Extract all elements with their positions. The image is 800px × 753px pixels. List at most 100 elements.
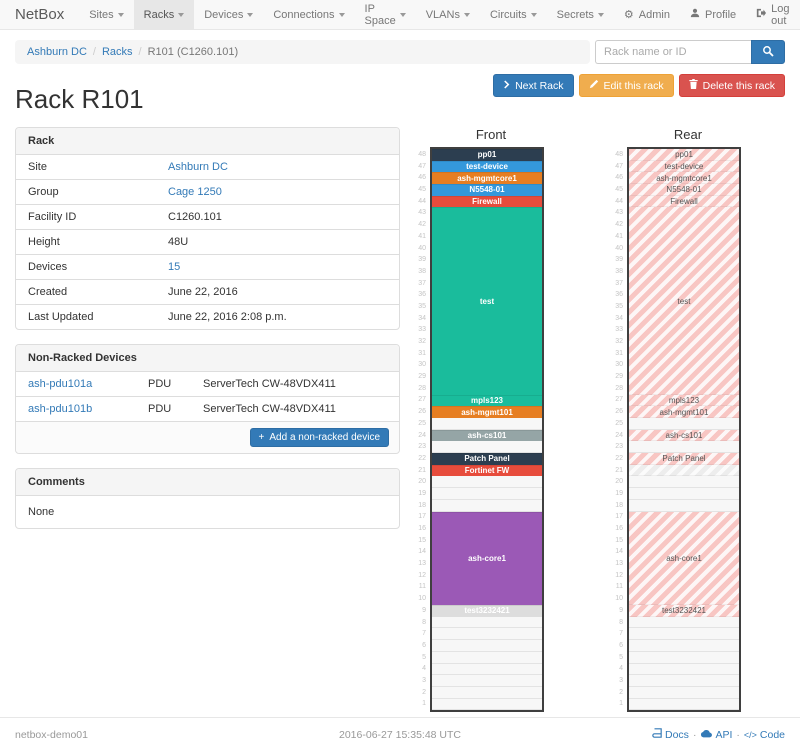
rear-device-patch-panel[interactable]: Patch Panel	[629, 453, 739, 465]
nav-item-ip-space[interactable]: IP Space	[355, 0, 416, 29]
rear-device-test-device[interactable]: test-device	[629, 161, 739, 173]
front-device-test[interactable]: test	[432, 207, 542, 394]
breadcrumb-link[interactable]: Racks	[102, 46, 133, 58]
unit-number: 21	[412, 465, 430, 477]
rear-empty-u20	[629, 476, 739, 488]
attr-value-link[interactable]: 15	[168, 261, 180, 273]
nav-item-label: IP Space	[365, 3, 396, 27]
rear-device-ash-mgmtcore1[interactable]: ash-mgmtcore1	[629, 172, 739, 184]
nav-item-profile[interactable]: Profile	[680, 0, 746, 29]
next-rack-button[interactable]: Next Rack	[493, 74, 573, 97]
nav-item-secrets[interactable]: Secrets	[547, 0, 614, 29]
device-label: ash-mgmt101	[660, 408, 709, 417]
footer-link-code[interactable]: </>Code	[744, 729, 785, 741]
edit-rack-button[interactable]: Edit this rack	[579, 74, 674, 97]
unit-number: 46	[609, 172, 627, 184]
next-rack-label: Next Rack	[515, 80, 563, 92]
rear-device-ash-cs101[interactable]: ash-cs101	[629, 430, 739, 442]
device-model-cell: ServerTech CW-48VDX411	[191, 397, 399, 422]
breadcrumb-current: R101 (C1260.101)	[148, 46, 239, 58]
device-name-link[interactable]: ash-pdu101a	[28, 378, 92, 390]
nav-item-label: Racks	[144, 9, 175, 21]
front-device-ash-mgmtcore1[interactable]: ash-mgmtcore1	[432, 172, 542, 184]
delete-rack-button[interactable]: Delete this rack	[679, 74, 785, 97]
rear-device-mpls123[interactable]: mpls123	[629, 395, 739, 407]
rear-device-pp01[interactable]: pp01	[629, 149, 739, 161]
rear-device-test[interactable]: test	[629, 207, 739, 394]
nav-item-label: Secrets	[557, 9, 594, 21]
front-device-ash-core1[interactable]: ash-core1	[432, 512, 542, 606]
nav-item-connections[interactable]: Connections	[263, 0, 354, 29]
search-button[interactable]	[751, 40, 785, 64]
caret-down-icon	[464, 13, 470, 17]
front-device-pp01[interactable]: pp01	[432, 149, 542, 161]
rear-elevation: Rear 48474645444342414039383736353433323…	[609, 127, 745, 712]
nav-item-admin[interactable]: ⚙Admin	[614, 0, 680, 29]
breadcrumb-link[interactable]: Ashburn DC	[27, 46, 87, 58]
unit-number: 43	[412, 207, 430, 219]
front-device-n5548-01[interactable]: N5548-01	[432, 184, 542, 196]
front-device-firewall[interactable]: Firewall	[432, 196, 542, 208]
nav-item-racks[interactable]: Racks	[134, 0, 195, 29]
front-rack-units: pp01test-deviceash-mgmtcore1N5548-01Fire…	[430, 147, 544, 712]
attr-value-link[interactable]: Ashburn DC	[168, 161, 228, 173]
rack-attr-row: SiteAshburn DC	[16, 155, 399, 180]
unit-number: 46	[412, 172, 430, 184]
rear-device-ash-core1[interactable]: ash-core1	[629, 512, 739, 606]
rear-unit-numbers: 4847464544434241403938373635343332313029…	[609, 147, 627, 712]
nav-item-sites[interactable]: Sites	[79, 0, 133, 29]
nav-item-circuits[interactable]: Circuits	[480, 0, 547, 29]
unit-number: 23	[412, 441, 430, 453]
unit-number: 24	[609, 430, 627, 442]
nonracked-device-row: ash-pdu101aPDUServerTech CW-48VDX411	[16, 372, 399, 397]
add-nonracked-device-button[interactable]: + Add a non-racked device	[250, 428, 389, 447]
front-empty-u18	[432, 500, 542, 512]
unit-number: 13	[412, 558, 430, 570]
device-label: ash-mgmtcore1	[457, 174, 517, 183]
nonracked-device-row: ash-pdu101b PDUServerTech CW-48VDX411	[16, 397, 399, 422]
unit-number: 4	[609, 663, 627, 675]
action-buttons: Next Rack Edit this rack Delete this rac…	[493, 74, 785, 97]
unit-number: 45	[609, 184, 627, 196]
front-device-mpls123[interactable]: mpls123	[432, 395, 542, 407]
device-name-link[interactable]: ash-pdu101b	[28, 403, 92, 415]
front-device-patch-panel[interactable]: Patch Panel	[432, 453, 542, 465]
footer-link-docs[interactable]: Docs	[652, 728, 689, 741]
device-model-cell: ServerTech CW-48VDX411	[191, 372, 399, 397]
device-role-cell: PDU	[136, 397, 191, 422]
search-input[interactable]	[595, 40, 751, 64]
rack-panel: Rack SiteAshburn DCGroupCage 1250Facilit…	[15, 127, 400, 330]
device-label: mpls123	[471, 396, 503, 405]
device-label: ash-mgmtcore1	[656, 174, 712, 183]
nav-item-devices[interactable]: Devices	[194, 0, 263, 29]
unit-number: 38	[609, 266, 627, 278]
caret-down-icon	[247, 13, 253, 17]
nav-item-vlans[interactable]: VLANs	[416, 0, 480, 29]
front-device-test3232421[interactable]: test3232421	[432, 605, 542, 617]
nav-item-label: Log out	[771, 3, 790, 27]
unit-number: 42	[412, 219, 430, 231]
rear-empty-u7	[629, 628, 739, 640]
unit-number: 22	[412, 453, 430, 465]
device-label: Firewall	[472, 197, 502, 206]
rack-attr-row: Facility IDC1260.101	[16, 205, 399, 230]
unit-number: 10	[412, 593, 430, 605]
nav-item-log-out[interactable]: Log out	[746, 0, 800, 29]
front-device-test-device[interactable]: test-device	[432, 161, 542, 173]
left-column: Rack SiteAshburn DCGroupCage 1250Facilit…	[15, 127, 400, 543]
rear-device-ash-mgmt101[interactable]: ash-mgmt101	[629, 406, 739, 418]
front-device-ash-cs101[interactable]: ash-cs101	[432, 430, 542, 442]
rear-device-n5548-01[interactable]: N5548-01	[629, 184, 739, 196]
front-device-fortinet-fw[interactable]: Fortinet FW	[432, 465, 542, 477]
attr-value-link[interactable]: Cage 1250	[168, 186, 222, 198]
unit-number: 29	[609, 371, 627, 383]
rear-device-test3232421[interactable]: test3232421	[629, 605, 739, 617]
cloud-icon	[700, 729, 712, 741]
footer-link-api[interactable]: API	[700, 729, 732, 741]
breadcrumb-row: Ashburn DC/Racks/R101 (C1260.101)	[0, 30, 800, 70]
front-device-ash-mgmt101[interactable]: ash-mgmt101	[432, 406, 542, 418]
page-footer: netbox-demo01 2016-06-27 15:35:48 UTC Do…	[0, 717, 800, 753]
unit-number: 24	[412, 430, 430, 442]
rear-device-firewall[interactable]: Firewall	[629, 196, 739, 208]
app-brand[interactable]: NetBox	[0, 0, 79, 29]
